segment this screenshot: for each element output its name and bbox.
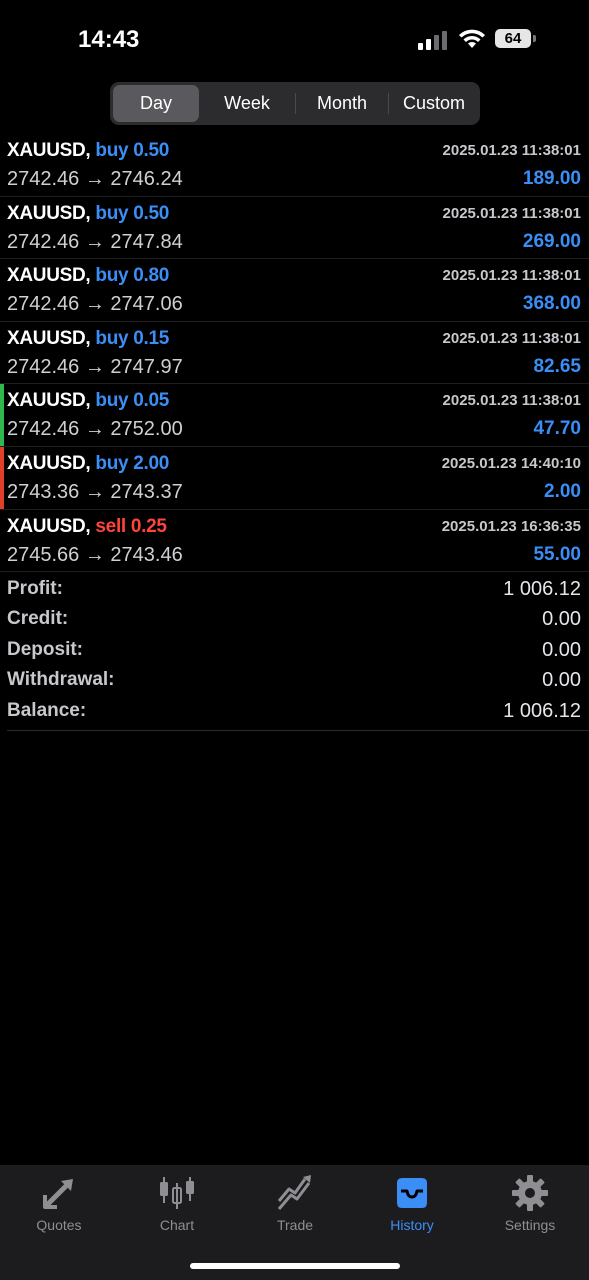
- deal-date: 2025.01.23 11:38:01: [442, 142, 581, 159]
- wifi-icon: [459, 29, 485, 48]
- deal-prices: 2742.46 → 2747.84: [7, 230, 183, 253]
- summary-label: Withdrawal:: [7, 669, 115, 691]
- segment-divider: [388, 93, 389, 114]
- deal-volume: 0.50: [133, 202, 170, 224]
- deal-date: 2025.01.23 11:38:01: [442, 329, 581, 347]
- summary-profit: Profit: 1 006.12: [0, 576, 589, 606]
- deal-direction: buy: [95, 202, 129, 224]
- deal-row[interactable]: XAUUSD, buy 0.05 2025.01.23 11:38:01 274…: [0, 384, 589, 447]
- deal-volume: 0.50: [133, 140, 170, 161]
- deal-row[interactable]: XAUUSD, buy 0.15 2025.01.23 11:38:01 274…: [0, 322, 589, 385]
- segment-day[interactable]: Day: [113, 85, 199, 122]
- deal-prices: 2743.36 → 2743.37: [7, 480, 183, 503]
- deal-direction: buy: [95, 140, 129, 161]
- deal-date: 2025.01.23 11:38:01: [442, 392, 581, 410]
- deal-volume: 0.15: [133, 327, 170, 349]
- deal-prices: 2742.46 → 2747.97: [7, 355, 183, 378]
- summary-value: 0.00: [542, 608, 581, 631]
- deal-direction: buy: [95, 327, 129, 349]
- status-bar: 14:43 64: [0, 0, 589, 80]
- battery-icon: 64: [495, 29, 531, 48]
- deal-profit: 82.65: [533, 355, 581, 377]
- deal-profit: 55.00: [533, 543, 581, 565]
- home-indicator[interactable]: [190, 1263, 400, 1269]
- summary-balance: Balance: 1 006.12: [0, 698, 589, 728]
- chart-icon: [160, 1177, 194, 1209]
- deal-symbol: XAUUSD,: [7, 390, 91, 412]
- segment-custom[interactable]: Custom: [390, 85, 478, 122]
- summary-label: Credit:: [7, 608, 69, 630]
- deal-marker-red: [0, 446, 4, 509]
- quotes-icon: [43, 1179, 73, 1209]
- deal-volume: 0.25: [130, 515, 167, 537]
- summary-value: 1 006.12: [503, 578, 581, 600]
- summary-label: Balance:: [7, 699, 87, 721]
- deal-symbol: XAUUSD,: [7, 515, 91, 537]
- deal-profit: 368.00: [522, 293, 581, 315]
- deal-prices: 2742.46 → 2747.06: [7, 293, 183, 316]
- deal-profit: 189.00: [522, 168, 581, 189]
- tab-label: Chart: [159, 1217, 195, 1233]
- summary-label: Deposit:: [7, 638, 83, 660]
- status-time: 14:43: [78, 26, 140, 53]
- deal-symbol: XAUUSD,: [7, 327, 91, 349]
- tab-trade[interactable]: Trade: [236, 1173, 354, 1243]
- summary-value: 0.00: [542, 638, 581, 661]
- deal-prices: 2742.46 → 2752.00: [7, 418, 183, 441]
- tab-settings[interactable]: Settings: [471, 1173, 589, 1243]
- deal-symbol: XAUUSD,: [7, 140, 91, 161]
- summary-divider: [7, 730, 589, 731]
- battery-tip: [533, 35, 536, 42]
- segment-divider: [295, 93, 296, 114]
- deal-volume: 0.05: [133, 390, 170, 412]
- summary-value: 0.00: [542, 669, 581, 692]
- deal-marker-green: [0, 384, 4, 446]
- deal-row[interactable]: XAUUSD, buy 0.50 2025.01.23 11:38:01 274…: [0, 134, 589, 197]
- summary-label: Profit:: [7, 578, 63, 599]
- summary-deposit: Deposit: 0.00: [0, 637, 589, 667]
- trade-icon: [277, 1175, 311, 1210]
- summary-withdrawal: Withdrawal: 0.00: [0, 667, 589, 697]
- cellular-signal-icon: [418, 30, 448, 50]
- deal-symbol: XAUUSD,: [7, 202, 91, 224]
- history-icon: [397, 1178, 427, 1208]
- deal-prices: 2745.66 → 2743.46: [7, 543, 183, 566]
- tab-label: History: [390, 1217, 434, 1233]
- deal-symbol: XAUUSD,: [7, 452, 91, 474]
- tab-quotes[interactable]: Quotes: [0, 1173, 118, 1243]
- deal-direction: buy: [95, 452, 129, 474]
- deal-row[interactable]: XAUUSD, buy 2.00 2025.01.23 14:40:10 274…: [0, 446, 589, 510]
- deal-date: 2025.01.23 11:38:01: [442, 204, 581, 222]
- deal-date: 2025.01.23 16:36:35: [441, 517, 581, 535]
- deal-date: 2025.01.23 11:38:01: [442, 267, 581, 285]
- deal-volume: 2.00: [133, 452, 170, 474]
- settings-icon: [512, 1175, 548, 1211]
- deals-list: XAUUSD, buy 0.50 2025.01.23 11:38:01 274…: [0, 134, 589, 573]
- account-summary: Profit: 1 006.12 Credit: 0.00 Deposit: 0…: [0, 576, 589, 728]
- deal-symbol: XAUUSD,: [7, 265, 91, 287]
- deal-direction: buy: [95, 265, 129, 287]
- deal-prices: 2742.46 → 2746.24: [7, 168, 183, 190]
- segment-week[interactable]: Week: [202, 85, 292, 122]
- tab-label: Trade: [276, 1217, 314, 1233]
- deal-profit: 2.00: [544, 480, 581, 502]
- tab-label: Quotes: [36, 1217, 82, 1233]
- summary-credit: Credit: 0.00: [0, 606, 589, 636]
- deal-direction: sell: [95, 515, 126, 537]
- segment-month[interactable]: Month: [297, 85, 387, 122]
- deal-row[interactable]: XAUUSD, buy 0.80 2025.01.23 11:38:01 274…: [0, 259, 589, 322]
- deal-profit: 47.70: [533, 418, 581, 440]
- tab-history[interactable]: History: [353, 1173, 471, 1243]
- tab-chart[interactable]: Chart: [118, 1173, 236, 1243]
- deal-date: 2025.01.23 14:40:10: [441, 454, 581, 472]
- deal-volume: 0.80: [133, 265, 170, 287]
- deal-row[interactable]: XAUUSD, sell 0.25 2025.01.23 16:36:35 27…: [0, 510, 589, 573]
- deal-direction: buy: [95, 390, 129, 412]
- tab-label: Settings: [504, 1217, 556, 1233]
- deal-row[interactable]: XAUUSD, buy 0.50 2025.01.23 11:38:01 274…: [0, 197, 589, 260]
- summary-value: 1 006.12: [503, 699, 581, 722]
- deal-profit: 269.00: [522, 230, 581, 252]
- period-segmented-control: Day Week Month Custom: [110, 82, 480, 125]
